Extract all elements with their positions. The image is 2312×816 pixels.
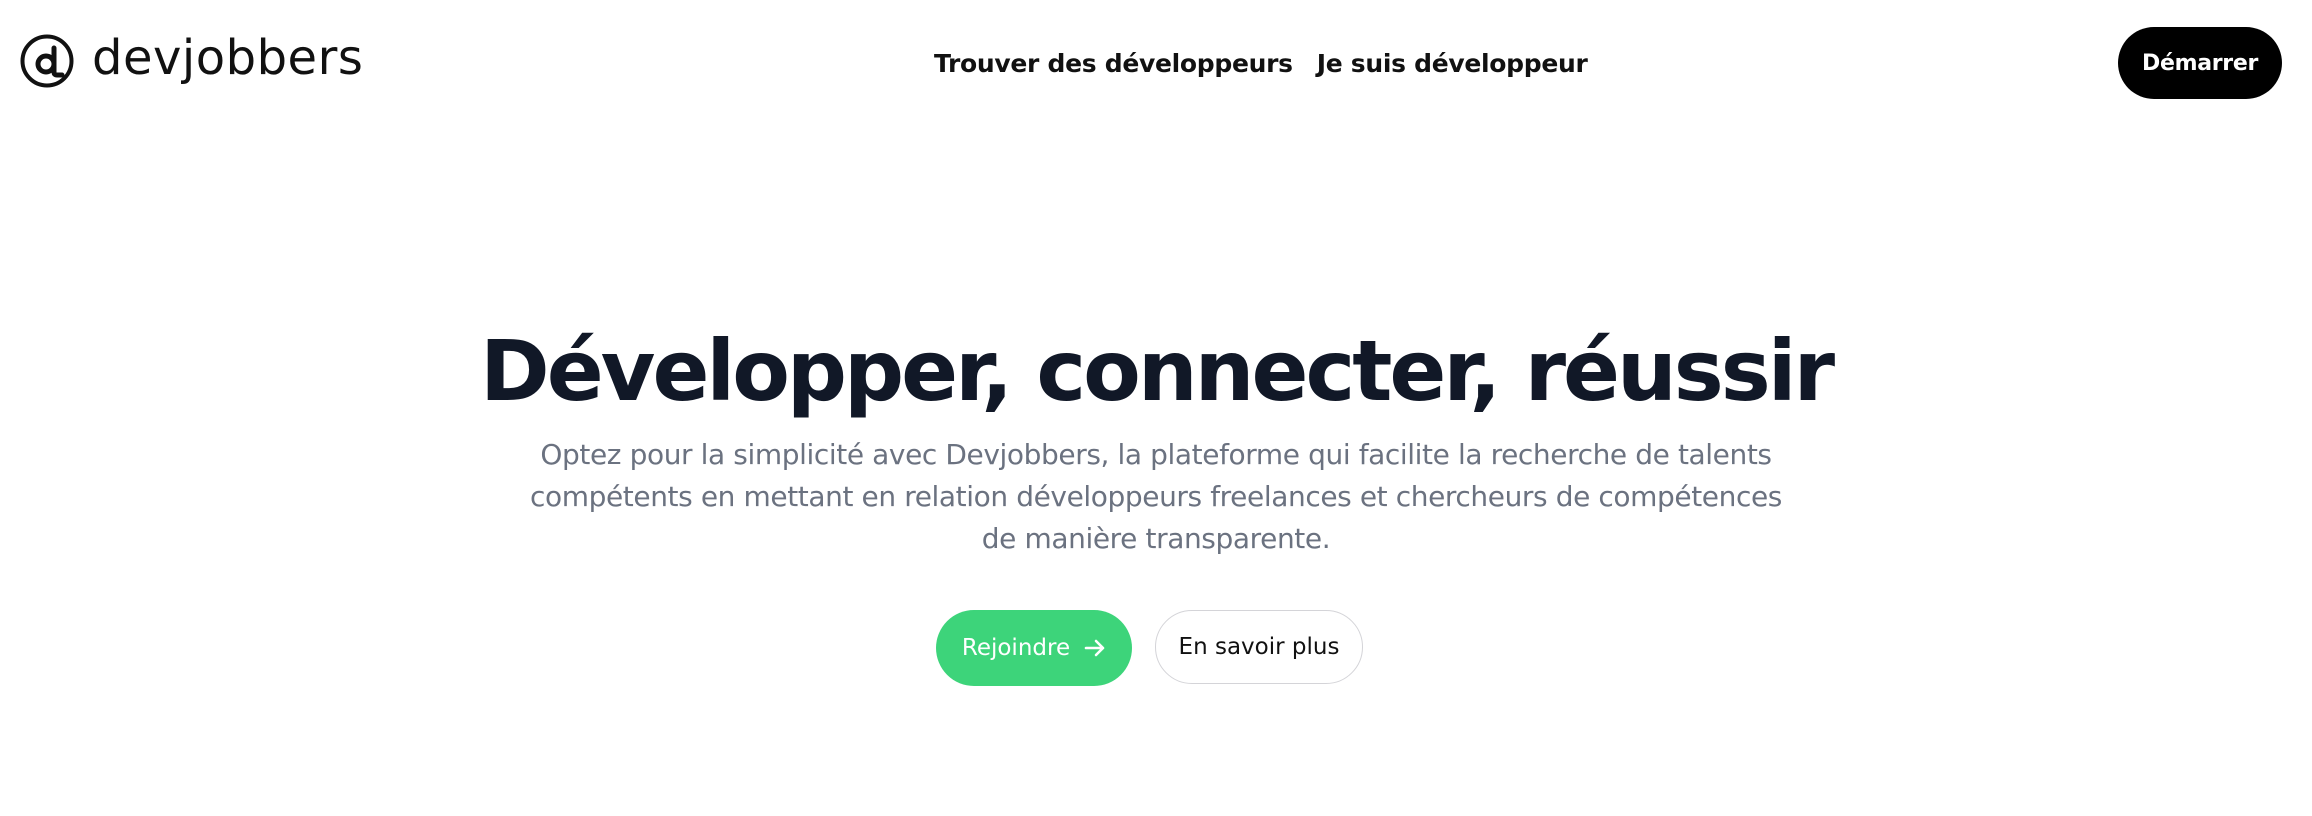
logo-text: devjobbers xyxy=(92,30,364,86)
start-button[interactable]: Démarrer xyxy=(2118,27,2282,99)
hero-title: Développer, connecter, réussir xyxy=(479,322,1835,420)
join-button-label: Rejoindre xyxy=(961,635,1071,661)
learn-more-button[interactable]: En savoir plus xyxy=(1155,610,1363,684)
nav-link-find-developers[interactable]: Trouver des développeurs xyxy=(934,46,1293,82)
logo-link[interactable]: devjobbers xyxy=(20,34,363,88)
nav-link-i-am-developer[interactable]: Je suis développeur xyxy=(1317,46,1588,82)
main-nav: Trouver des développeurs Je suis dévelop… xyxy=(934,46,1588,82)
logo-icon xyxy=(20,34,74,88)
site-header: devjobbers Trouver des développeurs Je s… xyxy=(0,0,2312,126)
join-button[interactable]: Rejoindre xyxy=(936,610,1132,686)
hero-subtitle: Optez pour la simplicité avec Devjobbers… xyxy=(530,438,1782,555)
hero-actions: Rejoindre En savoir plus xyxy=(0,610,2312,686)
arrow-right-icon xyxy=(1084,639,1105,657)
